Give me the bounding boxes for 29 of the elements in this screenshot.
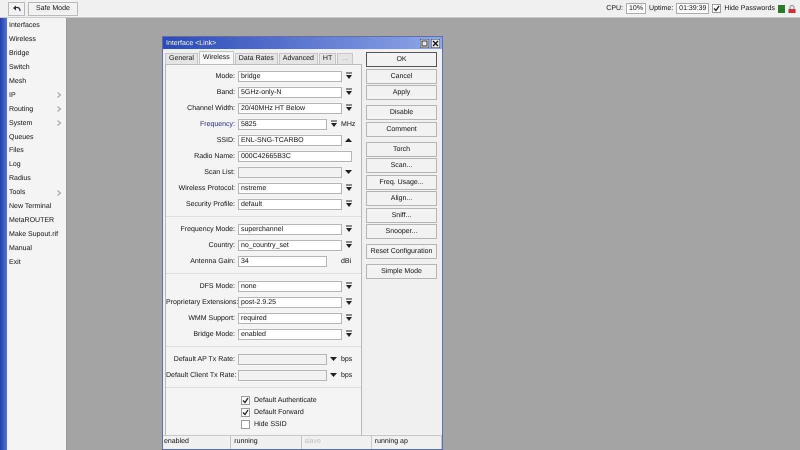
dropdown-arrow-icon[interactable]	[344, 282, 352, 290]
dropdown-arrow-icon[interactable]	[344, 72, 352, 80]
input-field[interactable]	[238, 166, 342, 178]
dropdown-arrow-icon[interactable]	[344, 330, 352, 338]
dropdown-arrow-icon[interactable]	[345, 170, 352, 174]
checkbox[interactable]	[241, 408, 250, 416]
input-field[interactable]	[238, 354, 327, 364]
input-field[interactable]	[238, 370, 327, 380]
checkbox[interactable]	[241, 396, 250, 404]
status-square-icon[interactable]	[778, 4, 785, 12]
collapse-arrow-icon[interactable]	[345, 138, 352, 142]
dropdown-arrow-icon[interactable]	[344, 104, 352, 112]
undo-button[interactable]	[8, 2, 25, 16]
dropdown-arrow-icon[interactable]	[344, 88, 352, 96]
dropdown-arrow-icon[interactable]	[344, 184, 352, 192]
dropdown-arrow-icon[interactable]	[330, 120, 338, 128]
dropdown-arrow-icon[interactable]	[344, 241, 352, 249]
checkbox[interactable]	[241, 420, 250, 428]
undo-arrow-icon	[12, 4, 21, 12]
dropdown-arrow-icon[interactable]	[344, 314, 352, 322]
hide-passwords-checkbox[interactable]	[712, 4, 722, 13]
dropdown-arrow-icon[interactable]	[344, 200, 352, 208]
maximize-icon[interactable]	[420, 38, 429, 48]
dropdown-arrow-icon[interactable]	[330, 357, 337, 361]
dropdown-arrow-icon[interactable]	[344, 225, 352, 233]
dropdown-arrow-icon[interactable]	[344, 298, 352, 306]
dropdown-arrow-icon[interactable]	[330, 373, 337, 377]
lock-icon[interactable]	[788, 4, 796, 12]
close-icon[interactable]	[431, 38, 440, 48]
